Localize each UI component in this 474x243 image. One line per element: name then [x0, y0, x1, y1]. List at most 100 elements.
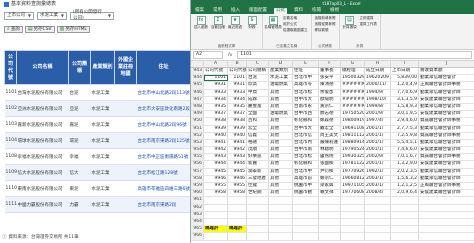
cell[interactable]: 潤泰新	[247, 168, 269, 175]
cell[interactable]: 張安平	[319, 75, 341, 82]
ribbon-small-button[interactable]: 立即重算	[360, 16, 378, 21]
col-header-foreign[interactable]: 外國企業註冊地國	[114, 50, 137, 85]
cell[interactable]: 2003/1/	[365, 183, 391, 190]
cell[interactable]: 三發地產	[247, 175, 269, 182]
column-header[interactable]: B	[228, 61, 247, 67]
row-number[interactable]: 965	[191, 226, 204, 233]
ribbon-small-button[interactable]: 用於公式	[283, 22, 308, 27]
cell[interactable]: ########	[341, 103, 365, 111]
cell[interactable]: 其他	[269, 154, 293, 161]
cell[interactable]: 其他	[269, 118, 293, 125]
ribbon-small-button[interactable]: 移除箭號	[315, 28, 336, 33]
cell[interactable]	[319, 211, 341, 218]
cell[interactable]: 資誠聯合會計師事務	[419, 118, 474, 124]
ribbon-small-button[interactable]: 追蹤前導參照	[315, 16, 336, 21]
cell[interactable]: 安侯建業聯合會計師	[419, 190, 474, 196]
table-row[interactable]: 1109 信大水泥股份有限公司 信大 水泥工業 台北市松江路128號	[4, 164, 190, 181]
table-row[interactable]: 1111 中國力霸股份有限公司 力霸 水泥工業 台北市南京東路2段	[4, 196, 190, 213]
cell[interactable]: 9938	[228, 118, 247, 125]
cell[interactable]: 9933	[228, 89, 247, 96]
row-number[interactable]: 943	[191, 68, 204, 75]
cell[interactable]	[269, 218, 293, 226]
cell[interactable]	[365, 211, 391, 218]
row-number[interactable]: 948	[191, 103, 204, 111]
cell[interactable]	[419, 219, 474, 225]
table-cell[interactable]: 1111	[4, 196, 17, 213]
cell[interactable]: 台中市西	[293, 111, 319, 118]
cell[interactable]: 19770926	[341, 168, 365, 175]
table-row[interactable]: 1101 台灣水泥股份有限公司 台泥 水泥工業 台北市中山北路2段113號	[4, 84, 190, 101]
row-number[interactable]: 960	[191, 190, 204, 197]
cell[interactable]: 9946	[228, 175, 247, 182]
column-header[interactable]: E	[293, 61, 319, 67]
col-header-name[interactable]: 公司名稱	[16, 50, 69, 85]
column-header[interactable]: D	[269, 61, 293, 67]
cell[interactable]: 9935	[204, 103, 228, 111]
table-cell[interactable]: 1103	[4, 116, 17, 133]
cell[interactable]	[419, 226, 474, 232]
cell[interactable]: 9943	[228, 154, 247, 161]
cell[interactable]: 台北市中	[293, 75, 319, 82]
cell[interactable]: 9941	[228, 139, 247, 147]
cell[interactable]	[293, 197, 319, 204]
query-button[interactable]: ⌕ 查詢	[4, 25, 23, 33]
save-csv-button[interactable]: ▤ 另存CSV	[24, 25, 55, 33]
column-header[interactable]: J	[419, 61, 474, 67]
cell[interactable]: 19930325	[341, 154, 365, 161]
cell[interactable]: 9931	[204, 82, 228, 89]
cell[interactable]: 2001/1/	[365, 132, 391, 139]
cell[interactable]	[247, 218, 269, 226]
cell[interactable]	[293, 211, 319, 218]
cell[interactable]: 盧燕俐	[319, 154, 341, 161]
cell[interactable]: 19790524	[341, 147, 365, 154]
cell[interactable]: 2001/1/	[365, 147, 391, 154]
cell[interactable]	[341, 197, 365, 204]
cell[interactable]	[319, 233, 341, 240]
cell[interactable]: 台中市大	[293, 125, 319, 132]
cell[interactable]	[269, 211, 293, 218]
cell[interactable]	[341, 233, 365, 240]
cell[interactable]: 9955	[228, 183, 247, 190]
cell[interactable]: 2000/11/	[365, 82, 391, 89]
cell[interactable]: 台中市大	[293, 96, 319, 103]
cell[interactable]: 勤業眾信聯合會計	[419, 75, 474, 81]
cell[interactable]: 桃園市中	[293, 183, 319, 190]
cell[interactable]	[319, 218, 341, 226]
cell[interactable]: 9939	[228, 125, 247, 132]
market-select[interactable]: 上市公司 ▼	[4, 12, 34, 20]
cell[interactable]: 9955	[204, 183, 228, 190]
cell[interactable]: 張國樑	[319, 161, 341, 168]
cell[interactable]: 其他	[269, 103, 293, 111]
cell[interactable]: 公司代號	[228, 68, 247, 75]
cell[interactable]	[365, 204, 391, 211]
cell[interactable]: 9939	[204, 125, 228, 132]
cell[interactable]: 尹衍樑	[319, 168, 341, 175]
cell[interactable]: 裕融	[247, 139, 269, 147]
cell[interactable]	[341, 226, 365, 233]
ribbon-small-button[interactable]: 從選取範圍建立	[283, 28, 308, 33]
ribbon-button[interactable]: fx 插入函數	[194, 16, 208, 29]
row-number[interactable]: 955	[191, 154, 204, 161]
cell[interactable]: 其他	[269, 168, 293, 175]
col-header-industry[interactable]: 產業類別	[90, 50, 115, 85]
cell[interactable]: 其他	[269, 175, 293, 182]
table-row[interactable]: 1108 幸福水泥股份有限公司 幸福 水泥工業 台北市中正區衡陽路51號	[4, 148, 190, 165]
cell[interactable]: 9934	[228, 96, 247, 103]
cell[interactable]: 其他	[269, 96, 293, 103]
row-number[interactable]: 953	[191, 139, 204, 147]
cell[interactable]: 19880914	[341, 139, 365, 147]
cell[interactable]: 2001/1/	[365, 161, 391, 168]
cell[interactable]: 陳鴻德	[319, 82, 341, 89]
cell[interactable]: 其他	[269, 139, 293, 147]
cell[interactable]: 其他	[269, 89, 293, 96]
cell[interactable]	[247, 197, 269, 204]
row-number[interactable]: 952	[191, 132, 204, 139]
cell[interactable]: 台中市南	[293, 147, 319, 154]
cell[interactable]: 桃園市觀	[293, 190, 319, 197]
cell[interactable]: 勤業眾信聯合會計師	[419, 176, 474, 182]
cell[interactable]	[365, 218, 391, 226]
cell[interactable]: 油電燃氣	[269, 82, 293, 89]
table-cell[interactable]: 1101	[4, 84, 17, 101]
cell[interactable]: 9942	[204, 147, 228, 154]
cell[interactable]	[204, 211, 228, 218]
